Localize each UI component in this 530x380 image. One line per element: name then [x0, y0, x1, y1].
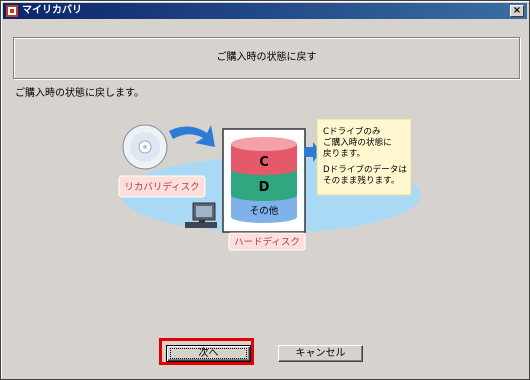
note-line-1: Cドライブのみ	[323, 125, 381, 137]
note-line-2: ご購入時の状態に	[323, 136, 392, 148]
title-bar[interactable]: マイリカバリ ×	[3, 3, 527, 19]
recovery-illustration: リカバリディスク C D その他 ハードディスク Cドライブのみ ご購入時の状態…	[118, 118, 421, 251]
drive-c-label: C	[259, 155, 269, 170]
cancel-button[interactable]: キャンセル	[278, 345, 363, 362]
window-title: マイリカバリ	[22, 5, 82, 16]
page-title: ご購入時の状態に戻す	[216, 52, 317, 63]
description-text: ご購入時の状態に戻します。	[15, 88, 144, 99]
recovery-window: マイリカバリ × ご購入時の状態に戻す ご購入時の状態に戻します。 リカバリディ…	[0, 0, 530, 380]
note-line-5: そのまま残ります。	[323, 174, 399, 186]
cd-icon	[122, 124, 168, 170]
recovery-disk-label: リカバリディスク	[124, 181, 199, 193]
note-line-4: Dドライブのデータは	[323, 163, 407, 175]
app-icon	[6, 5, 18, 17]
cancel-button-label: キャンセル	[295, 348, 346, 359]
hard-disk-label: ハードディスク	[234, 236, 300, 248]
page-header: ご購入時の状態に戻す	[13, 37, 520, 79]
next-button[interactable]: 次へ	[166, 345, 251, 362]
drive-d-label: D	[259, 180, 270, 195]
close-button[interactable]: ×	[510, 5, 524, 17]
next-button-label: 次へ	[198, 348, 219, 359]
arrow-icon	[169, 125, 215, 147]
note-line-3: 戻ります。	[323, 147, 365, 159]
drive-other-label: その他	[250, 205, 279, 217]
